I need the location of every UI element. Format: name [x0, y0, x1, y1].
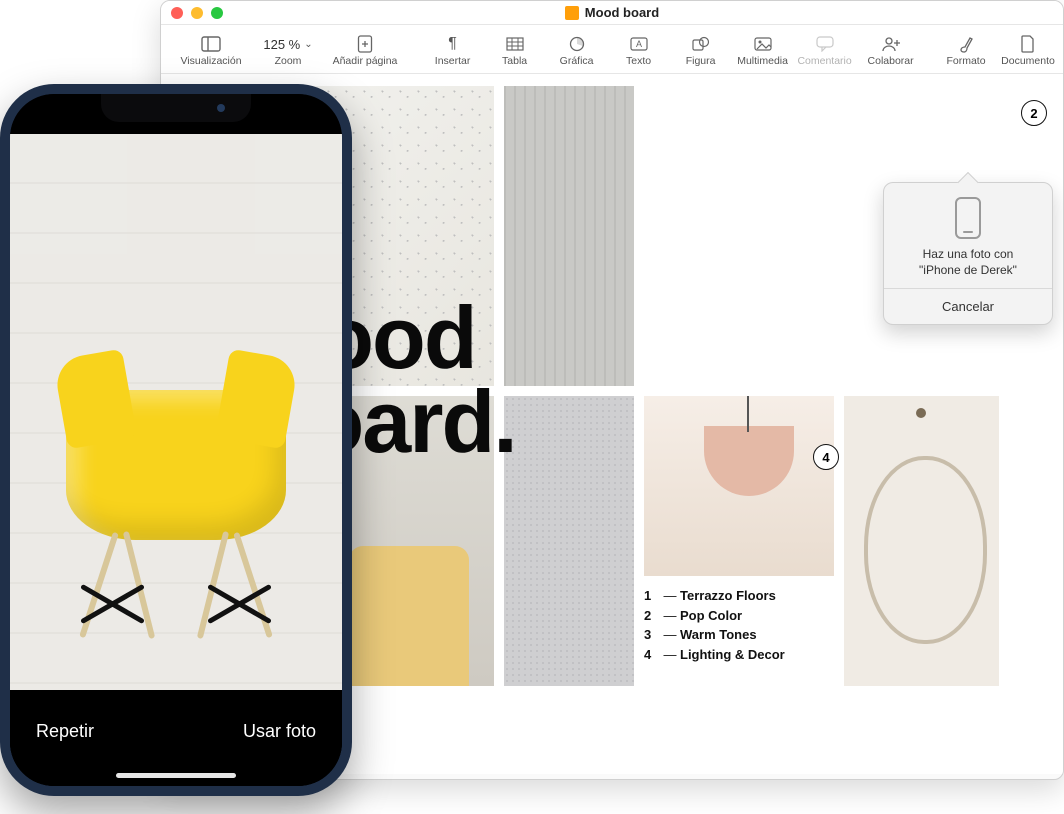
add-page-button[interactable]: Añadir página — [321, 31, 409, 69]
iphone-screen: Repetir Usar foto — [10, 94, 342, 786]
shape-icon — [692, 33, 710, 55]
marker-2[interactable]: 2 — [1021, 100, 1047, 126]
retake-button[interactable]: Repetir — [36, 721, 94, 742]
legend-item: 4—Lighting & Decor — [644, 645, 785, 665]
camera-actions: Repetir Usar foto — [10, 690, 342, 786]
person-add-icon — [881, 33, 901, 55]
popover-message: Haz una foto con "iPhone de Derek" — [896, 247, 1040, 278]
zoom-control[interactable]: 125 % ⌄ Zoom — [259, 31, 317, 69]
legend-item: 1—Terrazzo Floors — [644, 586, 785, 606]
marker-4[interactable]: 4 — [813, 444, 839, 470]
plus-page-icon — [357, 33, 373, 55]
comment-icon — [816, 33, 834, 55]
textbox-icon: A — [630, 33, 648, 55]
comment-button: Comentario — [796, 31, 854, 69]
document-button[interactable]: Documento — [999, 31, 1057, 69]
shape-button[interactable]: Figura — [672, 31, 730, 69]
continuity-popover: Haz una foto con "iPhone de Derek" Cance… — [883, 182, 1053, 325]
chair-image — [46, 330, 306, 650]
tile-mirror[interactable] — [844, 396, 999, 686]
iphone: Repetir Usar foto — [0, 84, 352, 796]
collaborate-button[interactable]: Colaborar — [862, 31, 920, 69]
pilcrow-icon: ¶ — [448, 33, 457, 55]
window-title: Mood board — [161, 5, 1063, 20]
text-button[interactable]: A Texto — [610, 31, 668, 69]
document-icon — [1021, 33, 1035, 55]
media-button[interactable]: Multimedia — [734, 31, 792, 69]
legend-item: 3—Warm Tones — [644, 625, 785, 645]
home-indicator[interactable] — [116, 773, 236, 778]
pie-icon — [569, 33, 585, 55]
chevron-down-icon: ⌄ — [304, 39, 312, 50]
format-button[interactable]: Formato — [937, 31, 995, 69]
notch — [101, 94, 251, 122]
tile-rug[interactable] — [504, 396, 634, 686]
document-icon — [565, 6, 579, 20]
toolbar: Visualización 125 % ⌄ Zoom Añadir página… — [161, 25, 1063, 74]
svg-text:A: A — [636, 39, 642, 49]
tile-lamp[interactable] — [644, 396, 834, 576]
table-button[interactable]: Tabla — [486, 31, 544, 69]
use-photo-button[interactable]: Usar foto — [243, 721, 316, 742]
brush-icon — [958, 33, 974, 55]
legend-item: 2—Pop Color — [644, 606, 785, 626]
sidebar-icon — [201, 33, 221, 55]
media-icon — [754, 33, 772, 55]
insert-button[interactable]: ¶ Insertar — [424, 31, 482, 69]
table-icon — [506, 33, 524, 55]
window-title-text: Mood board — [585, 5, 659, 20]
cancel-button[interactable]: Cancelar — [884, 288, 1052, 324]
phone-icon — [955, 197, 981, 239]
legend[interactable]: 1—Terrazzo Floors 2—Pop Color 3—Warm Ton… — [644, 586, 785, 664]
tile-concrete[interactable] — [504, 86, 634, 386]
photo-preview — [10, 134, 342, 690]
view-button[interactable]: Visualización — [167, 31, 255, 69]
chart-button[interactable]: Gráfica — [548, 31, 606, 69]
titlebar: Mood board — [161, 1, 1063, 25]
